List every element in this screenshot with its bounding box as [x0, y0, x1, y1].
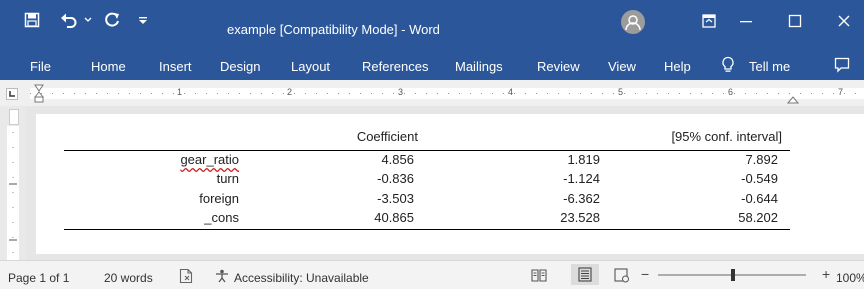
table-row-label: _cons — [204, 210, 239, 225]
ruler-number: 3 — [398, 87, 404, 97]
maximize-icon[interactable] — [784, 10, 806, 32]
tab-design[interactable]: Design — [220, 59, 260, 74]
close-icon[interactable] — [833, 10, 855, 32]
vertical-ruler-top-margin — [9, 109, 19, 125]
horizontal-ruler: 1 2 3 4 5 6 7 — [0, 80, 864, 106]
page-count[interactable]: Page 1 of 1 — [8, 271, 69, 285]
ruler-number: 7 — [838, 87, 844, 97]
tab-mailings[interactable]: Mailings — [455, 59, 503, 74]
zoom-out-icon[interactable]: − — [641, 266, 649, 282]
minimize-icon[interactable] — [735, 10, 757, 32]
table-row-label: gear_ratio — [180, 152, 239, 167]
avatar[interactable] — [621, 10, 645, 34]
tab-help[interactable]: Help — [664, 59, 691, 74]
ruler-ticks — [30, 93, 864, 94]
ribbon-display-icon[interactable] — [698, 10, 720, 32]
accessibility-status[interactable]: Accessibility: Unavailable — [234, 271, 369, 285]
proofing-icon[interactable] — [179, 268, 193, 287]
zoom-in-icon[interactable]: + — [822, 266, 830, 282]
zoom-level[interactable]: 100% — [836, 271, 864, 285]
table-cell-upper: 7.892 — [745, 152, 778, 167]
header-conf-interval: [95% conf. interval] — [671, 129, 782, 144]
table-cell-upper: 58.202 — [738, 210, 778, 225]
table-cell-lower: -6.362 — [563, 191, 600, 206]
tab-review[interactable]: Review — [537, 59, 580, 74]
table-bottom-rule — [64, 229, 790, 230]
customize-qat-icon[interactable] — [136, 9, 150, 31]
status-bar: Page 1 of 1 20 words Accessibility: Unav… — [0, 260, 864, 289]
accessibility-icon[interactable] — [214, 269, 230, 286]
web-layout-icon[interactable] — [614, 268, 630, 286]
table-cell-upper: -0.644 — [741, 191, 778, 206]
redo-icon[interactable] — [102, 9, 122, 31]
save-icon[interactable] — [22, 9, 42, 31]
table-row-label: turn — [216, 171, 239, 186]
table-cell-coef: 4.856 — [381, 152, 414, 167]
window-title: example [Compatibility Mode] - Word — [227, 22, 440, 37]
tell-me-search[interactable]: Tell me — [749, 59, 790, 74]
comments-icon[interactable] — [834, 57, 850, 76]
read-mode-icon[interactable] — [531, 268, 547, 285]
table-top-rule — [64, 150, 790, 151]
tab-layout[interactable]: Layout — [291, 59, 330, 74]
lightbulb-icon[interactable] — [721, 56, 735, 77]
table-cell-lower: -1.124 — [563, 171, 600, 186]
title-bar: example [Compatibility Mode] - Word — [0, 0, 864, 50]
vertical-ruler-ticks — [7, 126, 19, 260]
zoom-slider-thumb — [731, 269, 735, 281]
ruler-strip: 1 2 3 4 5 6 7 — [30, 87, 864, 99]
table-cell-coef: 40.865 — [374, 210, 414, 225]
ruler-number: 6 — [728, 87, 734, 97]
print-layout-button[interactable] — [571, 264, 599, 285]
word-count[interactable]: 20 words — [104, 271, 153, 285]
table-row-label: foreign — [199, 191, 239, 206]
tab-view[interactable]: View — [608, 59, 636, 74]
table-cell-upper: -0.549 — [741, 171, 778, 186]
header-coefficient: Coefficient — [356, 129, 418, 144]
print-layout-icon — [578, 267, 592, 282]
tab-file[interactable]: File — [30, 59, 51, 74]
tab-home[interactable]: Home — [91, 59, 126, 74]
table-cell-coef: -0.836 — [377, 171, 414, 186]
tab-references[interactable]: References — [362, 59, 428, 74]
ruler-number: 2 — [287, 87, 293, 97]
undo-dropdown-icon[interactable] — [82, 9, 94, 31]
table-cell-lower: 23.528 — [560, 210, 600, 225]
tab-selector-icon[interactable] — [6, 87, 18, 105]
tab-insert[interactable]: Insert — [159, 59, 192, 74]
undo-icon[interactable] — [58, 9, 80, 31]
table-cell-coef: -3.503 — [377, 191, 414, 206]
table-cell-lower: 1.819 — [567, 152, 600, 167]
ruler-number: 5 — [618, 87, 624, 97]
vertical-ruler — [0, 106, 26, 260]
ruler-number: 4 — [508, 87, 514, 97]
ribbon-tabs: File Home Insert Design Layout Reference… — [0, 50, 864, 80]
ruler-number: 1 — [177, 87, 183, 97]
zoom-slider[interactable] — [658, 267, 806, 283]
